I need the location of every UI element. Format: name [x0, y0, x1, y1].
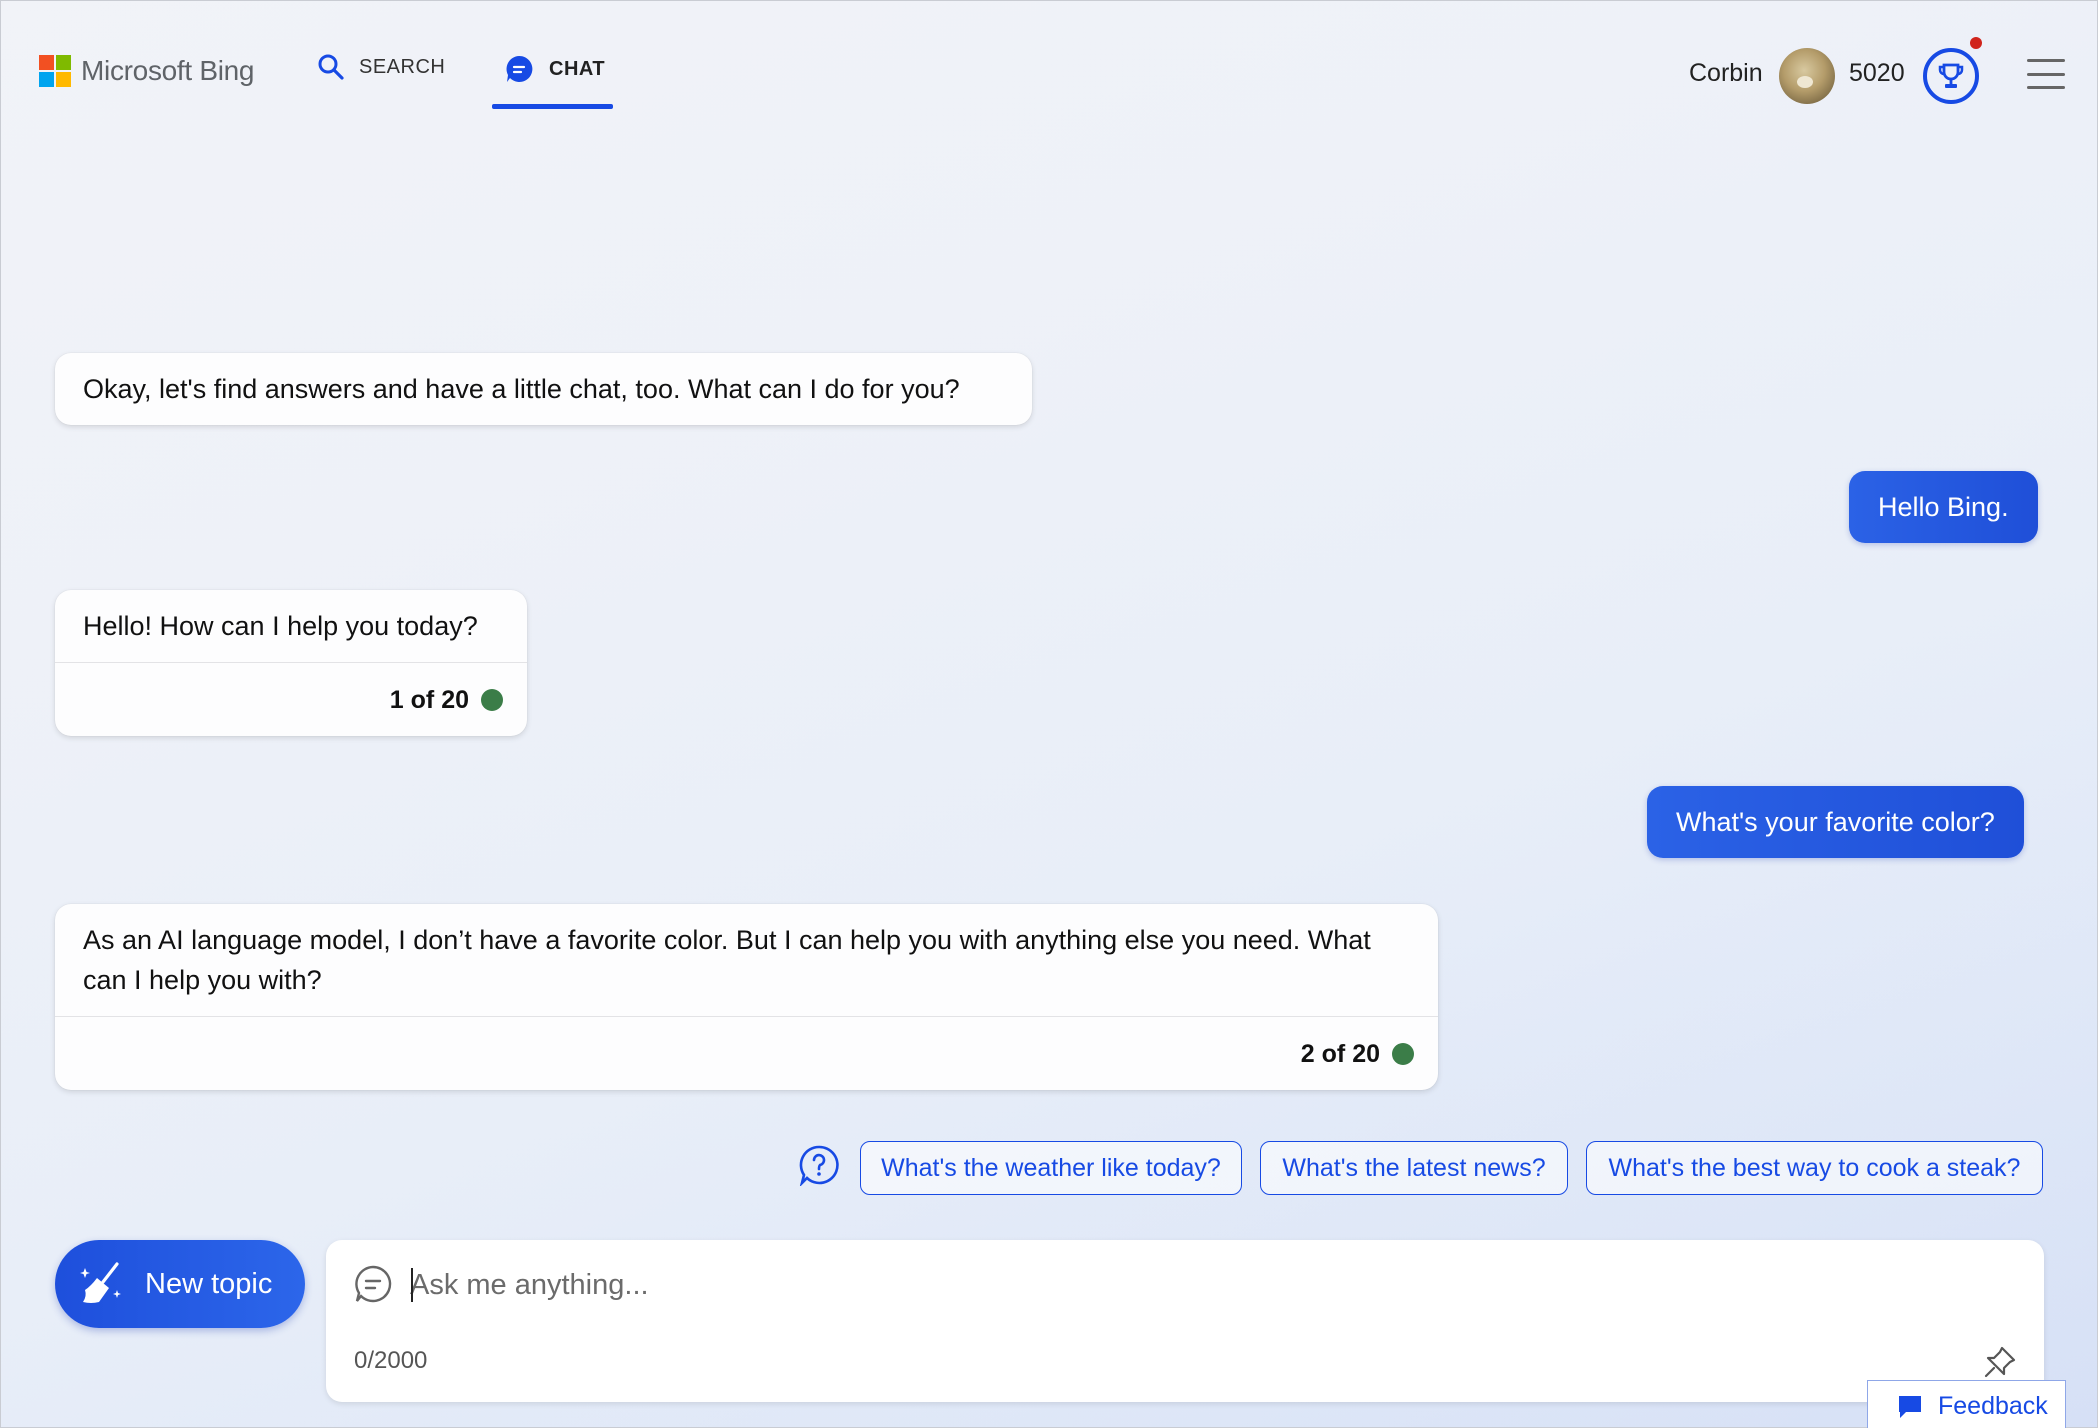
suggestion-chip[interactable]: What's the best way to cook a steak? — [1586, 1141, 2043, 1195]
microsoft-logo-icon — [39, 55, 71, 87]
feedback-icon — [1899, 1395, 1921, 1418]
trophy-icon — [1938, 63, 1964, 88]
tab-search[interactable]: SEARCH — [317, 53, 445, 81]
text-caret — [411, 1268, 413, 1302]
tab-search-label: SEARCH — [359, 55, 446, 78]
message-footer: 1 of 20 — [55, 662, 527, 736]
status-dot-icon — [1392, 1042, 1414, 1065]
question-bubble-icon[interactable] — [798, 1144, 840, 1186]
character-counter: 0/2000 — [354, 1347, 428, 1374]
menu-icon[interactable] — [2027, 59, 2065, 89]
rewards-points[interactable]: 5020 — [1849, 59, 1905, 88]
notification-dot — [1970, 37, 1982, 49]
search-icon — [318, 54, 344, 80]
new-topic-button[interactable]: New topic — [55, 1240, 305, 1328]
message-text: As an AI language model, I don’t have a … — [83, 925, 1371, 995]
user-message: Hello Bing. — [1849, 471, 2038, 543]
pin-icon[interactable] — [1982, 1344, 2018, 1380]
avatar[interactable] — [1779, 48, 1835, 104]
bing-logo[interactable]: Microsoft Bing — [39, 55, 255, 87]
turn-counter: 1 of 20 — [389, 685, 469, 714]
brand-name: Microsoft Bing — [81, 55, 255, 86]
active-tab-indicator — [492, 104, 613, 109]
suggestion-chip[interactable]: What's the latest news? — [1260, 1141, 1568, 1195]
chat-bubble-icon — [506, 55, 533, 82]
bot-message: Hello! How can I help you today? 1 of 20 — [55, 590, 527, 736]
chat-input-icon — [355, 1265, 392, 1303]
user-name[interactable]: Corbin — [1689, 59, 1763, 88]
turn-counter: 2 of 20 — [1300, 1039, 1380, 1068]
tab-chat-label: CHAT — [549, 57, 606, 80]
chat-composer[interactable]: 0/2000 — [326, 1240, 2044, 1402]
tab-chat[interactable]: CHAT — [503, 53, 605, 85]
message-text: Hello! How can I help you today? — [83, 611, 478, 641]
new-topic-label: New topic — [145, 1267, 273, 1300]
user-message: What's your favorite color? — [1647, 786, 2024, 858]
feedback-button[interactable]: Feedback — [1867, 1380, 2066, 1428]
status-dot-icon — [481, 688, 503, 711]
chat-input[interactable] — [410, 1260, 1970, 1310]
bot-message: As an AI language model, I don’t have a … — [55, 904, 1438, 1090]
bot-message: Okay, let's find answers and have a litt… — [55, 353, 1032, 425]
message-text: Okay, let's find answers and have a litt… — [83, 374, 960, 404]
rewards-button[interactable] — [1923, 48, 1979, 104]
top-bar: Microsoft Bing SEARCH CHAT Corbin 5020 — [1, 1, 2098, 151]
broom-icon — [80, 1262, 121, 1303]
message-footer: 2 of 20 — [55, 1016, 1438, 1090]
suggestion-chip[interactable]: What's the weather like today? — [860, 1141, 1242, 1195]
feedback-label: Feedback — [1938, 1392, 2048, 1420]
